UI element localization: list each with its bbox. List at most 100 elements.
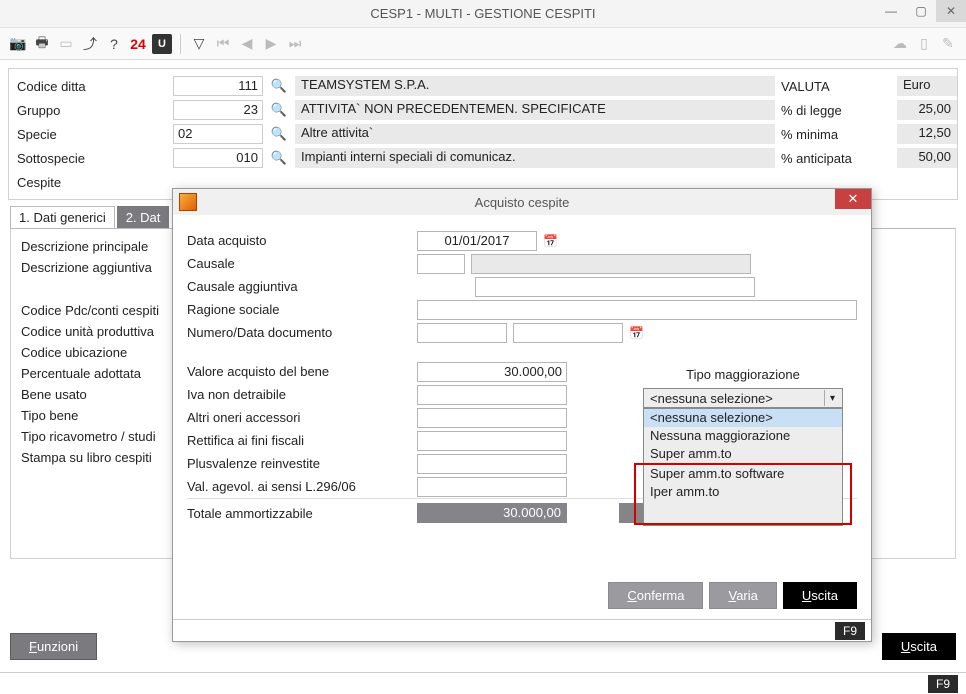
tipo-magg-dropdown-list: <nessuna selezione> Nessuna maggiorazion… xyxy=(643,408,843,526)
codice-ditta-value[interactable]: 111 xyxy=(173,76,263,96)
rettifica-field[interactable] xyxy=(417,431,567,451)
acquisto-cespite-dialog: Acquisto cespite ✕ Data acquisto 01/01/2… xyxy=(172,188,872,642)
uscita-button-main[interactable]: Uscita xyxy=(882,633,956,660)
tipo-magg-selected: <nessuna selezione> xyxy=(650,391,773,406)
dd-opt-nessuna-selezione[interactable]: <nessuna selezione> xyxy=(644,409,842,427)
sottospecie-label: Sottospecie xyxy=(17,151,167,166)
causale-desc-field xyxy=(471,254,751,274)
calendar-icon[interactable]: 📅 xyxy=(543,234,558,248)
close-button[interactable]: ✕ xyxy=(936,0,966,22)
statusbar: F9 xyxy=(0,672,966,694)
chevron-down-icon: ▾ xyxy=(824,390,840,406)
cespite-label: Cespite xyxy=(17,175,167,190)
modal-title: Acquisto cespite xyxy=(173,195,871,210)
help-icon[interactable]: ? xyxy=(104,34,124,54)
calendar-icon-2[interactable]: 📅 xyxy=(629,326,644,340)
undo-icon[interactable]: U xyxy=(152,34,172,54)
specie-label: Specie xyxy=(17,127,167,142)
dd-opt-iper-ammto[interactable]: Iper amm.to xyxy=(644,483,842,501)
maximize-button[interactable]: ▢ xyxy=(906,0,936,22)
highlight-box: Super amm.to software Iper amm.to xyxy=(634,463,852,525)
causale-code-field[interactable] xyxy=(417,254,465,274)
ragione-sociale-label: Ragione sociale xyxy=(187,302,417,317)
modal-status: F9 xyxy=(173,619,871,641)
main-titlebar: CESP1 - MULTI - GESTIONE CESPITI — ▢ ✕ xyxy=(0,0,966,28)
tipo-magg-block: Tipo maggiorazione <nessuna selezione> ▾… xyxy=(643,367,843,526)
valuta-value: Euro xyxy=(897,76,957,96)
gruppo-search-icon[interactable]: 🔍 xyxy=(269,102,289,118)
num-doc-label: Numero/Data documento xyxy=(187,325,417,340)
ragione-sociale-field[interactable] xyxy=(417,300,857,320)
f9-badge-main: F9 xyxy=(928,675,958,693)
uscita-button[interactable]: Uscita xyxy=(783,582,857,609)
rettifica-label: Rettifica ai fini fiscali xyxy=(187,433,417,448)
pct-ant-label: % anticipata xyxy=(781,151,891,166)
modal-close-button[interactable]: ✕ xyxy=(835,189,871,209)
specie-value[interactable]: 02 xyxy=(173,124,263,144)
gruppo-label: Gruppo xyxy=(17,103,167,118)
codice-ditta-search-icon[interactable]: 🔍 xyxy=(269,78,289,94)
uscita-label: scita xyxy=(811,588,838,603)
conferma-label: onferma xyxy=(637,588,685,603)
upload-icon[interactable]: ⤴ xyxy=(80,34,100,54)
tipo-magg-label: Tipo maggiorazione xyxy=(643,367,843,382)
valuta-label: VALUTA xyxy=(781,79,891,94)
toolbar-separator xyxy=(180,34,181,54)
modal-body: Data acquisto 01/01/2017 📅 Causale Causa… xyxy=(173,215,871,572)
iva-field[interactable] xyxy=(417,385,567,405)
pct-min-value: 12,50 xyxy=(897,124,957,144)
varia-button[interactable]: Varia xyxy=(709,582,776,609)
minimize-button[interactable]: — xyxy=(876,0,906,22)
totale-val: 30.000,00 xyxy=(417,503,567,523)
dd-opt-super-ammto[interactable]: Super amm.to xyxy=(644,445,842,463)
data-doc-field[interactable] xyxy=(513,323,623,343)
last-icon[interactable]: ⏭ xyxy=(285,34,305,54)
data-acquisto-label: Data acquisto xyxy=(187,233,417,248)
valore-acq-field[interactable]: 30.000,00 xyxy=(417,362,567,382)
dd-opt-nessuna-magg[interactable]: Nessuna maggiorazione xyxy=(644,427,842,445)
causale-agg-label: Causale aggiuntiva xyxy=(187,279,417,294)
numero-doc-field[interactable] xyxy=(417,323,507,343)
specie-search-icon[interactable]: 🔍 xyxy=(269,126,289,142)
cloud-icon[interactable]: ☁ xyxy=(890,34,910,54)
val-agev-field[interactable] xyxy=(417,477,567,497)
modal-titlebar: Acquisto cespite ✕ xyxy=(173,189,871,215)
pct-legge-value: 25,00 xyxy=(897,100,957,120)
sottospecie-value[interactable]: 010 xyxy=(173,148,263,168)
edit-icon[interactable]: ✎ xyxy=(938,34,958,54)
toolbar: 📷 🖶 ▭ ⤴ ? 24 U ▽ ⏮ ◀ ▶ ⏭ ☁ ▯ ✎ xyxy=(0,28,966,60)
causale-agg-field[interactable] xyxy=(475,277,755,297)
sottospecie-search-icon[interactable]: 🔍 xyxy=(269,150,289,166)
print-icon[interactable]: 🖶 xyxy=(32,34,52,54)
filter-icon[interactable]: ▽ xyxy=(189,34,209,54)
conferma-button[interactable]: Conferma xyxy=(608,582,703,609)
tab-dati-generici[interactable]: 1. Dati generici xyxy=(10,206,115,228)
prev-icon[interactable]: ◀ xyxy=(237,34,257,54)
header-panel: Codice ditta 111 🔍 TEAMSYSTEM S.P.A. VAL… xyxy=(8,68,958,200)
tipo-magg-combo[interactable]: <nessuna selezione> ▾ xyxy=(643,388,843,408)
sottospecie-desc: Impianti interni speciali di comunicaz. xyxy=(295,148,775,168)
funzioni-button[interactable]: Funzioni xyxy=(10,633,97,660)
window-title: CESP1 - MULTI - GESTIONE CESPITI xyxy=(0,6,966,21)
gruppo-value[interactable]: 23 xyxy=(173,100,263,120)
camera-icon[interactable]: 📷 xyxy=(8,34,28,54)
modal-button-bar: Conferma Varia Uscita xyxy=(173,572,871,619)
plusvalenze-field[interactable] xyxy=(417,454,567,474)
next-icon[interactable]: ▶ xyxy=(261,34,281,54)
first-icon[interactable]: ⏮ xyxy=(213,34,233,54)
codice-ditta-label: Codice ditta xyxy=(17,79,167,94)
totale-label: Totale ammortizzabile xyxy=(187,506,417,521)
uscita-label-main: scita xyxy=(910,639,937,654)
data-acquisto-field[interactable]: 01/01/2017 xyxy=(417,231,537,251)
pct-min-label: % minima xyxy=(781,127,891,142)
tab-dati-2[interactable]: 2. Dat xyxy=(117,206,170,228)
val-agev-label: Val. agevol. ai sensi L.296/06 xyxy=(187,479,417,494)
app24-icon[interactable]: 24 xyxy=(128,34,148,54)
folder-icon[interactable]: ▭ xyxy=(56,34,76,54)
plusvalenze-label: Plusvalenze reinvestite xyxy=(187,456,417,471)
gruppo-desc: ATTIVITA` NON PRECEDENTEMEN. SPECIFICATE xyxy=(295,100,775,120)
dd-opt-super-ammto-sw[interactable]: Super amm.to software xyxy=(644,465,842,483)
page-icon[interactable]: ▯ xyxy=(914,34,934,54)
valore-acq-label: Valore acquisto del bene xyxy=(187,364,417,379)
oneri-field[interactable] xyxy=(417,408,567,428)
